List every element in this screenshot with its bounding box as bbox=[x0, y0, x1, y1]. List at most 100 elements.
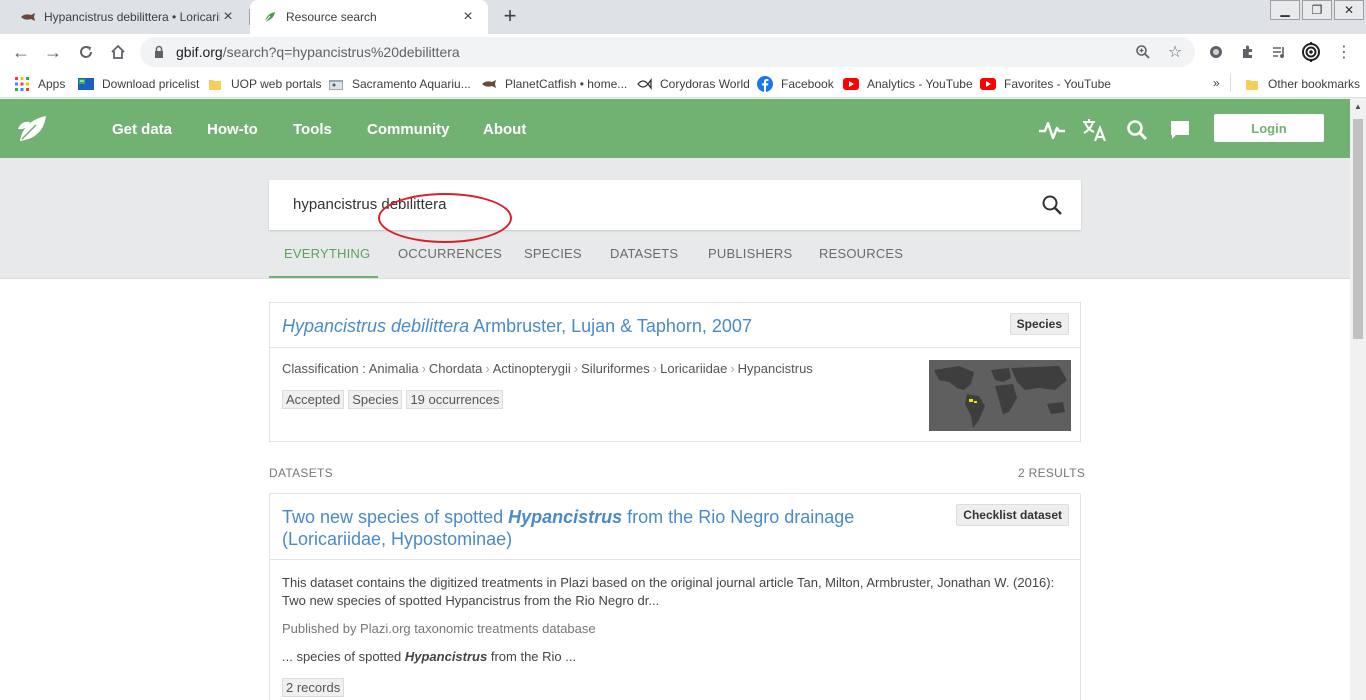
scrollbar-thumb[interactable] bbox=[1353, 119, 1363, 339]
restore-icon[interactable]: ❐ bbox=[1302, 0, 1332, 20]
bookmark-sacramento-aquarium[interactable]: Sacramento Aquariu... bbox=[328, 76, 471, 92]
chevron-right-icon: › bbox=[421, 361, 426, 376]
flag-icon bbox=[78, 76, 94, 92]
page-scrollbar[interactable]: ▲ bbox=[1350, 99, 1366, 700]
media-queue-icon[interactable] bbox=[1267, 40, 1291, 64]
tab-title: Resource search bbox=[286, 10, 377, 24]
browser-tab-2[interactable]: Resource search × bbox=[250, 0, 488, 34]
star-icon[interactable]: ☆ bbox=[1163, 40, 1187, 64]
bookmark-facebook[interactable]: Facebook bbox=[757, 76, 834, 92]
status-tag: Accepted bbox=[282, 390, 345, 409]
dataset-tags: 2 records bbox=[282, 678, 348, 697]
forward-icon[interactable]: → bbox=[41, 40, 65, 64]
taxon-genus[interactable]: Hypancistrus bbox=[738, 361, 813, 376]
bookmark-label: Apps bbox=[38, 77, 66, 91]
close-icon[interactable]: × bbox=[220, 9, 236, 25]
dataset-title-link[interactable]: Two new species of spotted Hypancistrus … bbox=[282, 507, 854, 549]
species-result-card: Hypancistrus debilittera Armbruster, Luj… bbox=[269, 302, 1081, 442]
lock-icon[interactable] bbox=[152, 45, 166, 59]
browser-toolbar: ← → gbif.org/search?q=hypancistrus%20deb… bbox=[0, 34, 1366, 70]
close-window-icon[interactable]: ✕ bbox=[1334, 0, 1364, 20]
snippet-part: from the Rio ... bbox=[487, 649, 577, 664]
bookmark-label: Sacramento Aquariu... bbox=[352, 77, 471, 91]
nav-about[interactable]: About bbox=[483, 121, 526, 138]
search-band: hypancistrus debilittera EVERYTHING OCCU… bbox=[0, 158, 1350, 279]
records-tag[interactable]: 2 records bbox=[282, 678, 345, 697]
taxon-kingdom[interactable]: Animalia bbox=[369, 361, 419, 376]
bookmarks-overflow-button[interactable]: » bbox=[1213, 76, 1220, 90]
site-header: Get data How-to Tools Community About Lo… bbox=[0, 99, 1350, 158]
bookmark-uop-web-portals[interactable]: UOP web portals bbox=[207, 76, 322, 92]
dataset-description: This dataset contains the digitized trea… bbox=[282, 575, 1055, 608]
species-tags: Accepted Species 19 occurrences bbox=[282, 390, 507, 409]
taxon-phylum[interactable]: Chordata bbox=[429, 361, 482, 376]
search-query-text: hypancistrus debilittera bbox=[293, 196, 447, 213]
taxon-order[interactable]: Siluriformes bbox=[581, 361, 650, 376]
taxon-class[interactable]: Actinopterygii bbox=[493, 361, 571, 376]
url-host: gbif.org bbox=[176, 44, 223, 60]
browser-tab-1[interactable]: Hypancistrus debilittera • Loricariidae … bbox=[8, 0, 248, 34]
classification-line: Classification : Animalia › Chordata › Actin… bbox=[282, 361, 813, 376]
bookmark-label: Favorites - YouTube bbox=[1004, 77, 1111, 91]
bookmark-download-pricelist[interactable]: Download pricelist bbox=[78, 76, 199, 92]
back-icon[interactable]: ← bbox=[9, 40, 33, 64]
rank-tag: Species bbox=[348, 390, 403, 409]
new-tab-icon[interactable]: + bbox=[498, 5, 522, 29]
gbif-logo-icon[interactable] bbox=[16, 111, 50, 147]
browser-tabstrip: Hypancistrus debilittera • Loricariidae … bbox=[0, 0, 1366, 34]
occurrences-tag[interactable]: 19 occurrences bbox=[406, 390, 504, 409]
menu-dots-icon[interactable]: ⋮ bbox=[1332, 40, 1356, 64]
nav-get-data[interactable]: Get data bbox=[112, 121, 172, 138]
nav-community[interactable]: Community bbox=[367, 121, 450, 138]
datasets-result-count: 2 RESULTS bbox=[1018, 466, 1086, 480]
apps-grid-icon bbox=[14, 76, 30, 92]
datasets-section-label: DATASETS bbox=[269, 466, 333, 480]
tab-publishers[interactable]: PUBLISHERS bbox=[708, 240, 792, 278]
bookmark-label: Other bookmarks bbox=[1268, 77, 1361, 91]
close-icon[interactable]: × bbox=[460, 9, 476, 25]
folder-icon bbox=[1244, 76, 1260, 92]
search-icon[interactable] bbox=[1041, 194, 1063, 216]
bookmark-analytics-youtube[interactable]: Analytics - YouTube bbox=[843, 76, 973, 92]
chevron-right-icon: › bbox=[730, 361, 735, 376]
chevron-right-icon: › bbox=[652, 361, 658, 376]
snippet-highlight: Hypancistrus bbox=[404, 649, 488, 664]
tab-occurrences[interactable]: OCCURRENCES bbox=[398, 240, 502, 278]
zoom-icon[interactable] bbox=[1131, 40, 1155, 64]
reload-icon[interactable] bbox=[74, 40, 98, 64]
scroll-up-icon[interactable]: ▲ bbox=[1350, 99, 1366, 115]
page-viewport: Get data How-to Tools Community About Lo… bbox=[0, 99, 1350, 700]
chevron-right-icon: › bbox=[485, 361, 490, 376]
dataset-title-highlight: Hypancistrus bbox=[508, 507, 623, 527]
extension-circle-icon[interactable] bbox=[1204, 40, 1228, 64]
taxon-family[interactable]: Loricariidae bbox=[660, 361, 727, 376]
nav-how-to[interactable]: How-to bbox=[207, 121, 258, 138]
activity-pulse-icon[interactable] bbox=[1038, 116, 1066, 144]
url-path: /search?q=hypancistrus%20debilittera bbox=[222, 44, 460, 60]
translate-icon[interactable] bbox=[1081, 116, 1109, 144]
puzzle-icon[interactable] bbox=[1236, 40, 1260, 64]
bookmark-planetcatfish[interactable]: PlanetCatfish • home... bbox=[481, 76, 627, 92]
tab-resources[interactable]: RESOURCES bbox=[819, 240, 903, 278]
search-input[interactable]: hypancistrus debilittera bbox=[269, 180, 1081, 230]
bookmark-apps[interactable]: Apps bbox=[14, 76, 65, 92]
bookmark-other-bookmarks[interactable]: Other bookmarks bbox=[1244, 76, 1360, 92]
tab-title: Hypancistrus debilittera • Loricariidae bbox=[44, 10, 220, 24]
tab-datasets[interactable]: DATASETS bbox=[610, 240, 678, 278]
catfish-icon bbox=[20, 9, 36, 25]
address-bar[interactable]: gbif.org/search?q=hypancistrus%20debilit… bbox=[140, 37, 1195, 67]
login-button[interactable]: Login bbox=[1214, 114, 1324, 142]
minimize-icon[interactable]: ▁ bbox=[1270, 0, 1300, 20]
search-icon[interactable] bbox=[1123, 116, 1151, 144]
occurrence-map-thumbnail[interactable] bbox=[929, 360, 1071, 431]
feedback-chat-icon[interactable] bbox=[1166, 116, 1194, 144]
home-icon[interactable] bbox=[106, 40, 130, 64]
bookmark-corydoras-world[interactable]: Corydoras World bbox=[636, 76, 750, 92]
bookmark-favorites-youtube[interactable]: Favorites - YouTube bbox=[980, 76, 1111, 92]
nav-tools[interactable]: Tools bbox=[293, 121, 332, 138]
profile-target-icon[interactable] bbox=[1299, 40, 1323, 64]
species-title-link[interactable]: Hypancistrus debilittera Armbruster, Luj… bbox=[282, 316, 752, 336]
tab-everything[interactable]: EVERYTHING bbox=[269, 240, 378, 278]
tab-species[interactable]: SPECIES bbox=[524, 240, 582, 278]
bookmark-label: UOP web portals bbox=[231, 77, 322, 91]
